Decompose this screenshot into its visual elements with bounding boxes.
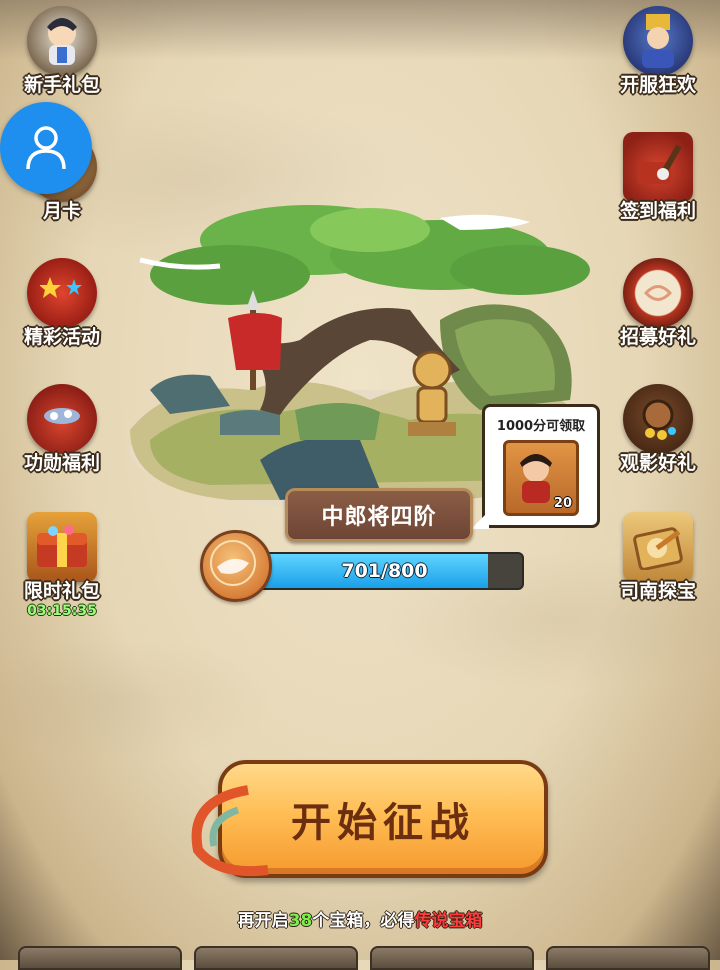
compass-icon xyxy=(623,512,693,582)
treasure-chest-icon xyxy=(27,512,97,582)
left-menu-newbie-gift[interactable]: 新手礼包 xyxy=(14,6,110,97)
countdown-timer: 03:15:35 xyxy=(27,603,97,619)
rank-progress-text: 701/800 xyxy=(341,560,428,582)
bottom-tab-2[interactable] xyxy=(194,946,358,970)
menu-label: 功勋福利 xyxy=(23,452,100,474)
left-menu-events[interactable]: 精彩活动 xyxy=(14,258,110,349)
bottom-tab-1[interactable] xyxy=(18,946,182,970)
legendary-chest-text: 传说宝箱 xyxy=(414,911,483,931)
signin-brush-icon xyxy=(623,132,693,202)
menu-label: 签到福利 xyxy=(619,200,696,222)
hero-gift-icon xyxy=(27,6,97,76)
right-menu-video[interactable]: 观影好礼 xyxy=(610,384,706,475)
general-celebration-icon xyxy=(623,6,693,76)
menu-label: 限时礼包 xyxy=(23,580,100,602)
drum-icon xyxy=(623,258,693,328)
reward-caption: 1000分可领取 xyxy=(496,419,586,434)
milestone-reward[interactable]: 1000分可领取 20 xyxy=(471,404,600,529)
right-menu-server-celebration[interactable]: 开服狂欢 xyxy=(610,6,706,97)
rank-medal-icon xyxy=(200,530,272,602)
rank-title: 中郎将四阶 xyxy=(285,488,473,542)
right-menu-compass[interactable]: 司南探宝 xyxy=(610,512,706,603)
right-menu-signin[interactable]: 签到福利 xyxy=(610,132,706,223)
chest-count: 38 xyxy=(288,911,313,931)
reward-hero-card[interactable]: 20 xyxy=(503,440,579,516)
bottom-tab-4[interactable] xyxy=(546,946,710,970)
menu-label: 观影好礼 xyxy=(619,452,696,474)
menu-label: 司南探宝 xyxy=(619,580,696,602)
brush-swirl-decoration xyxy=(191,785,269,877)
merit-bag-icon xyxy=(27,384,97,454)
menu-label: 开服狂欢 xyxy=(619,74,696,96)
event-bag-icon xyxy=(27,258,97,328)
left-menu-merit-welfare[interactable]: 功勋福利 xyxy=(14,384,110,475)
menu-label: 新手礼包 xyxy=(23,74,100,96)
menu-label: 招募好礼 xyxy=(619,326,696,348)
chest-hint: 再开启38个宝箱，必得传说宝箱 xyxy=(237,911,483,931)
reward-count: 20 xyxy=(553,496,572,511)
menu-label: 月卡 xyxy=(42,200,81,222)
bottom-tab-3[interactable] xyxy=(370,946,534,970)
left-menu-limited-gift[interactable]: 限时礼包 03:15:35 xyxy=(14,512,110,619)
video-drum-icon xyxy=(623,384,693,454)
profile-button[interactable] xyxy=(0,102,92,194)
right-menu-recruit[interactable]: 招募好礼 xyxy=(610,258,706,349)
menu-label: 精彩活动 xyxy=(23,326,100,348)
user-icon xyxy=(26,126,66,170)
rank-progress-bar: 701/800 xyxy=(245,552,524,590)
